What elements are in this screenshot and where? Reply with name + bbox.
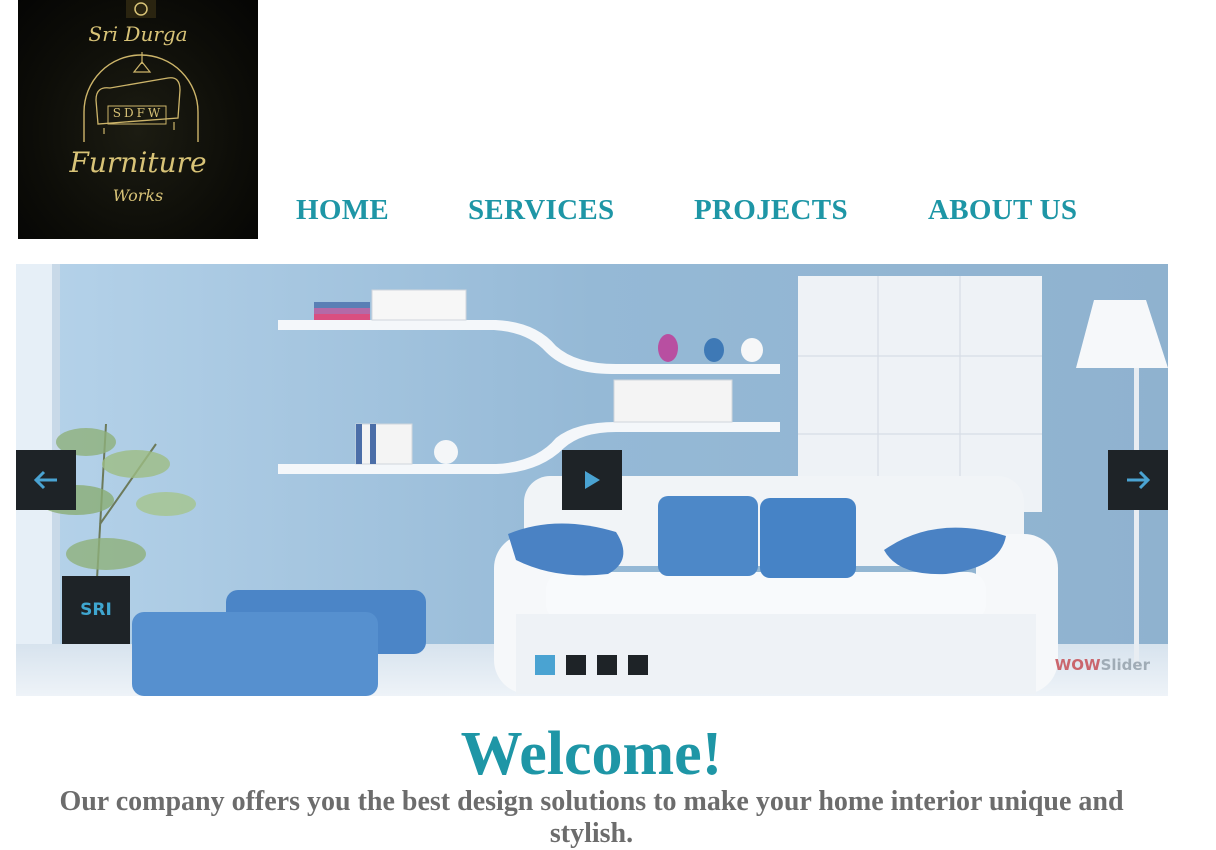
logo-text-sri-durga: Sri Durga bbox=[88, 22, 188, 46]
welcome-heading: Welcome! bbox=[460, 720, 723, 788]
wowslider-watermark[interactable]: WOWSlider bbox=[1055, 656, 1150, 674]
play-icon bbox=[585, 471, 600, 489]
slider-bullet-2[interactable] bbox=[566, 655, 586, 675]
arrow-right-icon bbox=[1127, 470, 1151, 490]
slider-prev-button[interactable] bbox=[16, 450, 76, 510]
logo-monogram: SDFW bbox=[112, 106, 164, 120]
logo-text-works: Works bbox=[112, 186, 164, 205]
nav-item-home[interactable]: HOME bbox=[296, 194, 389, 227]
slider-bullet-4[interactable] bbox=[628, 655, 648, 675]
slider-bullet-3[interactable] bbox=[597, 655, 617, 675]
slide-caption: SRI bbox=[62, 576, 130, 644]
slider-bullets bbox=[535, 655, 648, 675]
nav-item-services[interactable]: SERVICES bbox=[468, 194, 614, 227]
watermark-part-b: Slider bbox=[1100, 656, 1150, 674]
nav-item-projects[interactable]: PROJECTS bbox=[694, 194, 848, 227]
hero-slider[interactable]: SRI WOWSlider bbox=[16, 264, 1168, 696]
welcome-tagline: Our company offers you the best design s… bbox=[59, 786, 1124, 849]
slider-next-button[interactable] bbox=[1108, 450, 1168, 510]
logo-text-furniture: Furniture bbox=[69, 146, 207, 179]
slider-play-button[interactable] bbox=[562, 450, 622, 510]
arrow-left-icon bbox=[33, 470, 57, 490]
site-logo[interactable]: Sri Durga SDFW Furniture Works bbox=[18, 0, 258, 239]
slider-bullet-1[interactable] bbox=[535, 655, 555, 675]
nav-item-about-us[interactable]: ABOUT US bbox=[928, 194, 1077, 227]
watermark-part-a: WOW bbox=[1054, 656, 1101, 674]
